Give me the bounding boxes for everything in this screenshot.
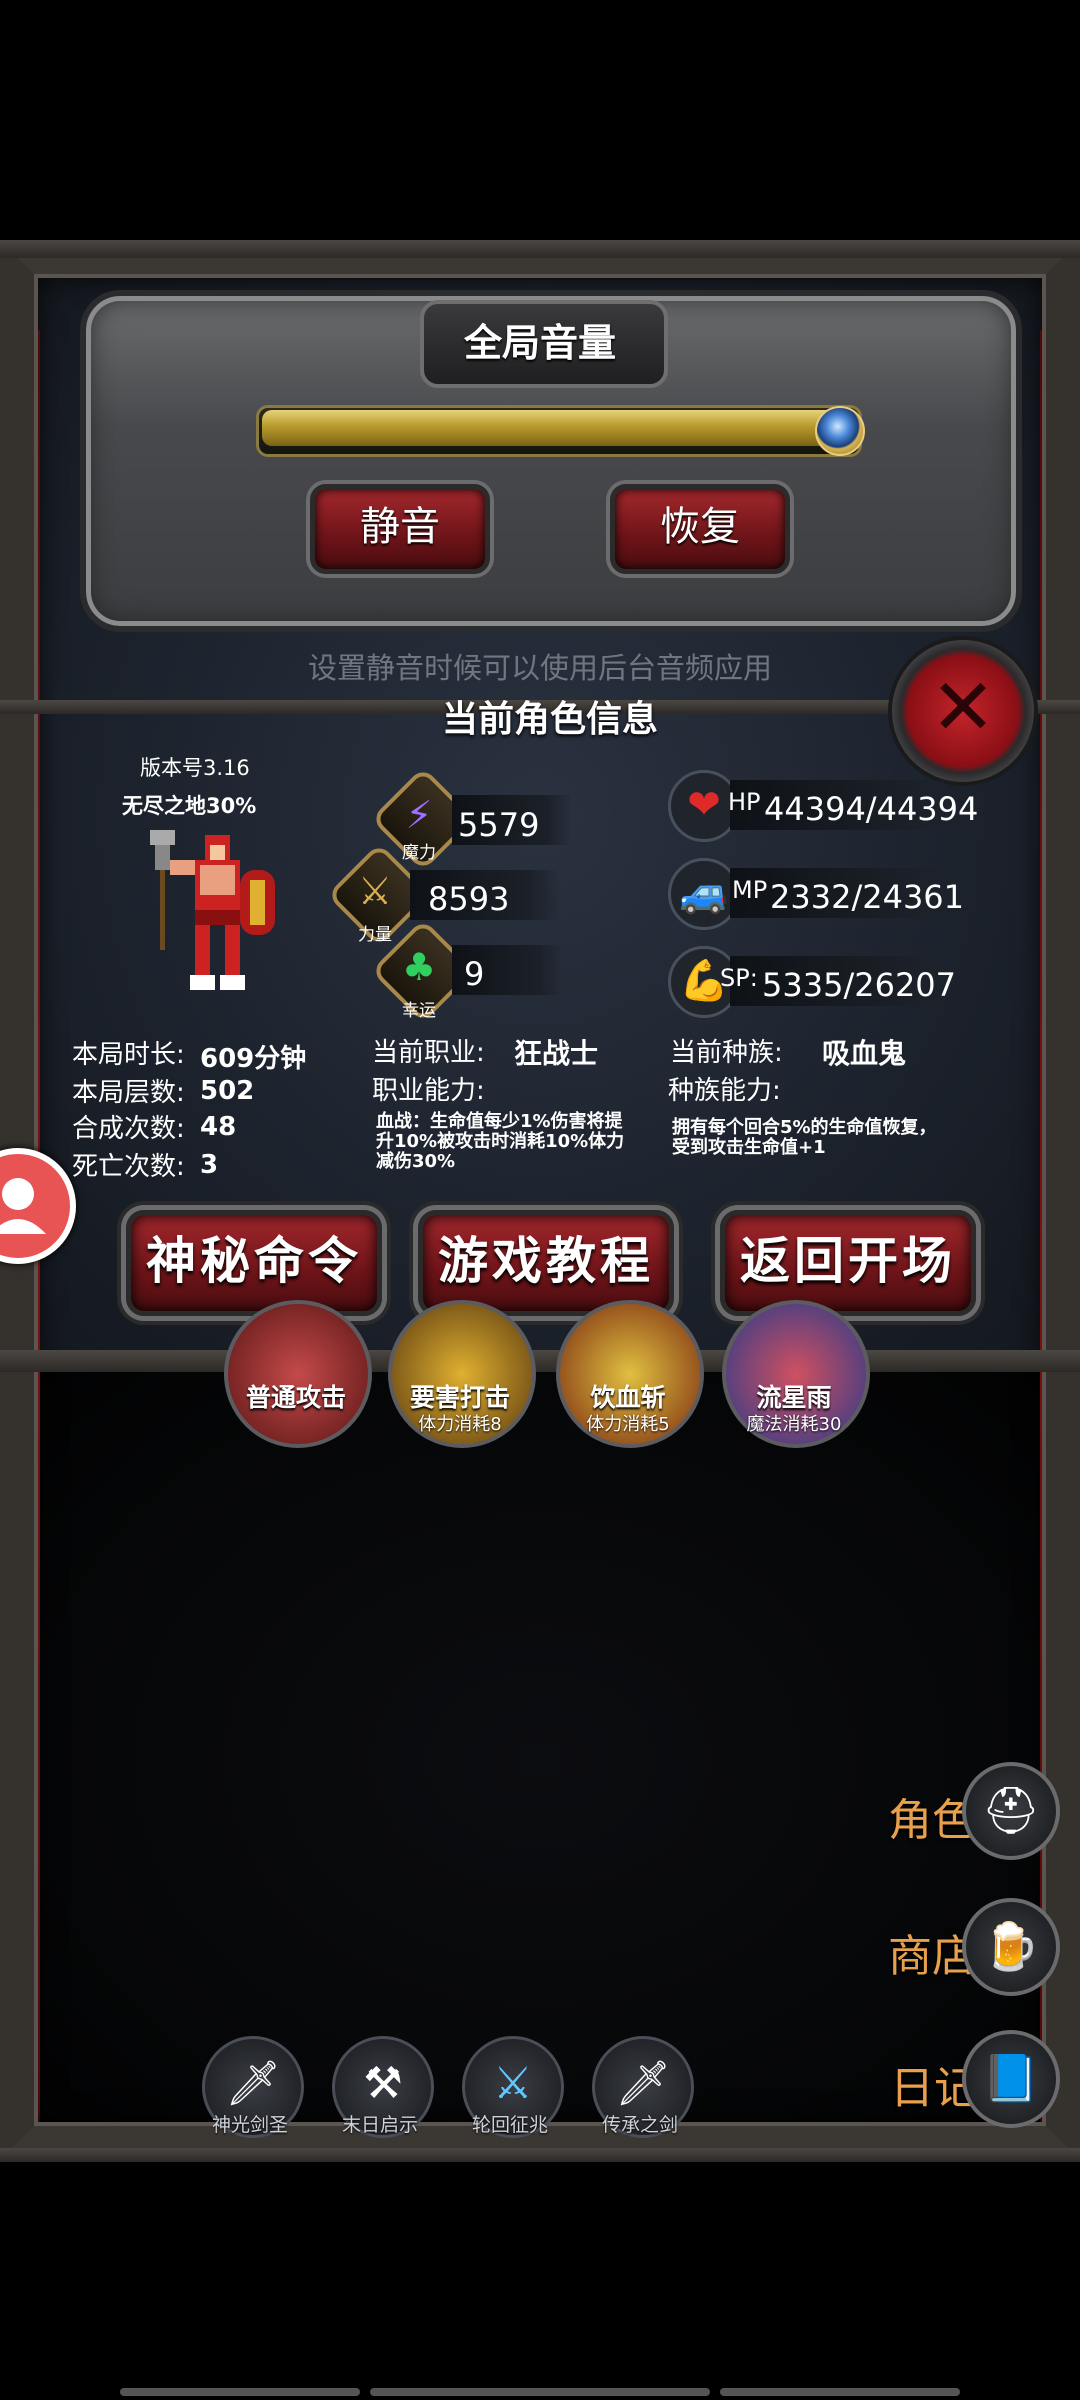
loot-name-1: 神光剑圣 (211, 2114, 288, 2136)
race-value: 吸血鬼 (822, 1037, 907, 1070)
deaths-value: 3 (200, 1150, 219, 1180)
character-sprite (150, 830, 275, 990)
sword-icon: ⚔ (357, 869, 393, 913)
version-label: 版本号3.16 (140, 756, 250, 780)
floors-label: 本局层数: (72, 1078, 185, 1108)
magic-value: 5579 (458, 806, 540, 844)
hp-value: 44394/44394 (764, 790, 979, 828)
nav-bar-segment (370, 2388, 710, 2396)
loot-name-3: 轮回征兆 (471, 2114, 548, 2136)
mp-prefix: MP (732, 876, 768, 904)
luck-caption: 幸运 (402, 1001, 436, 1021)
crafts-value: 48 (200, 1112, 237, 1142)
floors-value: 502 (200, 1076, 255, 1106)
skill-meteor-rain-name: 流星雨 (756, 1383, 832, 1412)
race-ability-label: 种族能力: (668, 1076, 781, 1106)
mute-hint: 设置静音时候可以使用后台音频应用 (307, 651, 772, 685)
run-time-value: 609分钟 (200, 1044, 307, 1074)
lower-band (0, 1350, 1080, 1372)
race-label: 当前种族: (670, 1038, 783, 1068)
volume-slider-fill (262, 410, 839, 446)
mystery-command-button[interactable]: 神秘命令 (126, 1210, 382, 1316)
book-icon[interactable]: 📘 (962, 2030, 1060, 2128)
hp-prefix: HP (728, 788, 761, 816)
deaths-label: 死亡次数: (72, 1152, 185, 1182)
nav-bar-segment (120, 2388, 360, 2396)
skill-normal-attack[interactable] (224, 1300, 372, 1448)
clover-icon: ♣ (401, 945, 437, 989)
class-ability-text: 血战：生命值每少1%伤害将提升10%被攻击时消耗10%体力减伤30% (376, 1111, 625, 1172)
user-icon (0, 1178, 46, 1234)
mp-value: 2332/24361 (770, 878, 965, 916)
return-start-button[interactable]: 返回开场 (720, 1210, 976, 1316)
class-value: 狂战士 (514, 1037, 599, 1070)
sp-value: 5335/26207 (762, 966, 957, 1004)
mute-button[interactable]: 静音 (310, 484, 490, 574)
top-band (0, 240, 1080, 258)
floating-avatar-button[interactable] (0, 1148, 76, 1264)
nav-bar-segment (720, 2388, 960, 2396)
volume-title: 全局音量 (463, 321, 616, 365)
close-icon[interactable]: ✕ (892, 640, 1034, 782)
skill-blood-slash-cost: 体力消耗5 (586, 1414, 670, 1435)
class-ability-label: 职业能力: (372, 1076, 485, 1106)
race-ability-text: 拥有每个回合5%的生命值恢复，受到攻击生命值+1 (672, 1117, 937, 1158)
loot-name-4: 传承之剑 (601, 2114, 678, 2136)
crafts-label: 合成次数: (72, 1114, 185, 1144)
sp-prefix: SP: (720, 964, 758, 992)
skill-vital-strike-cost: 体力消耗8 (418, 1414, 502, 1435)
skill-vital-strike-name: 要害打击 (409, 1383, 510, 1412)
skill-blood-slash-name: 饮血斩 (590, 1383, 666, 1412)
strength-value: 8593 (428, 880, 510, 918)
run-time-label: 本局时长: (72, 1040, 185, 1070)
volume-slider-knob[interactable] (815, 406, 866, 456)
class-label: 当前职业: (372, 1038, 485, 1068)
skill-meteor-rain-cost: 魔法消耗30 (746, 1414, 842, 1435)
bottom-band (0, 2148, 1080, 2162)
loot-name-2: 末日启示 (341, 2114, 418, 2136)
character-info-title: 当前角色信息 (441, 699, 658, 740)
luck-value: 9 (464, 955, 485, 993)
beer-mug-icon[interactable]: 🍺 (962, 1898, 1060, 1996)
helmet-icon[interactable]: ⛑ (962, 1762, 1060, 1860)
restore-button[interactable]: 恢复 (610, 484, 790, 574)
skill-normal-attack-name: 普通攻击 (245, 1383, 346, 1412)
endless-progress: 无尽之地30% (122, 794, 257, 818)
